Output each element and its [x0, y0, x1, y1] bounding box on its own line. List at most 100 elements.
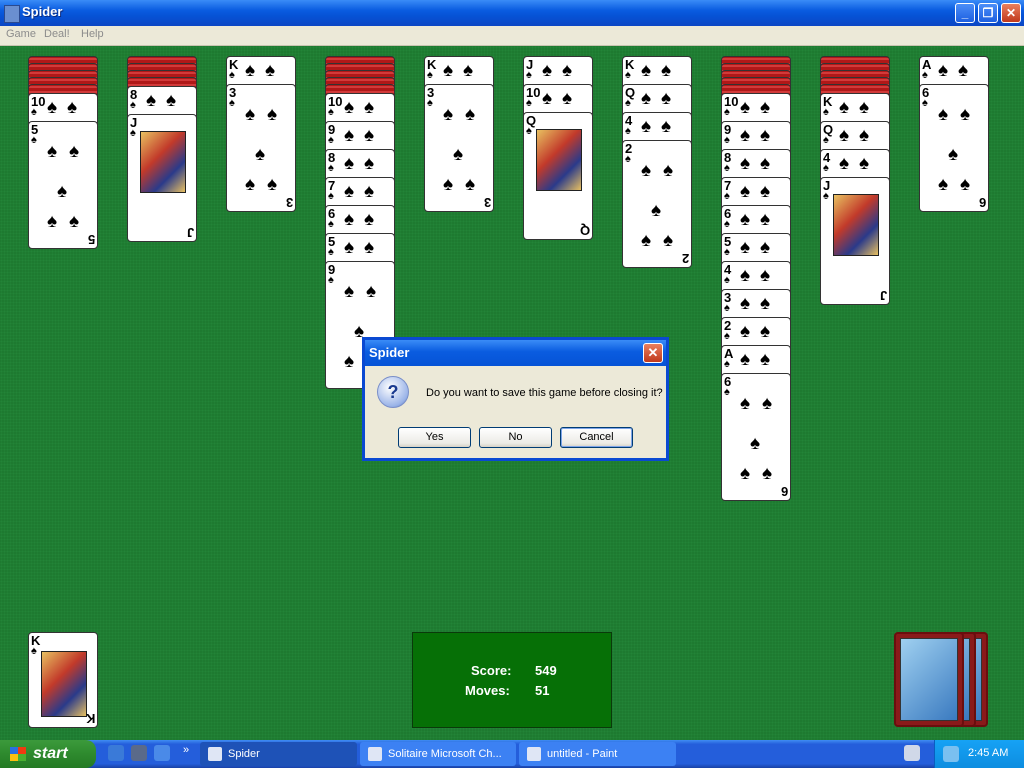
spade-pip-icon: ♠: [948, 144, 959, 165]
internet-explorer-icon[interactable]: [108, 745, 124, 761]
task-spider[interactable]: Spider: [200, 742, 357, 766]
playing-card[interactable]: 2 ♠ ♠ ♠ ♠ ♠ ♠ 2: [622, 140, 692, 268]
close-button[interactable]: ✕: [1001, 3, 1021, 23]
spade-pip-icon: ♠: [344, 181, 355, 202]
spade-icon: ♠: [724, 134, 730, 146]
spade-pip-icon: ♠: [47, 141, 58, 162]
spade-pip-icon: ♠: [364, 153, 375, 174]
spade-icon: ♠: [823, 190, 829, 202]
spade-icon: ♠: [823, 162, 829, 174]
start-button[interactable]: start: [0, 740, 96, 768]
spade-icon: ♠: [130, 127, 136, 139]
spade-pip-icon: ♠: [760, 349, 771, 370]
spade-pip-icon: ♠: [760, 181, 771, 202]
spade-icon: ♠: [724, 358, 730, 370]
spade-icon: ♠: [823, 106, 829, 118]
stock-card[interactable]: [894, 632, 964, 727]
spade-pip-icon: ♠: [839, 97, 850, 118]
spade-pip-icon: ♠: [344, 97, 355, 118]
spade-pip-icon: ♠: [255, 144, 266, 165]
yes-button[interactable]: Yes: [398, 427, 471, 448]
spade-icon: ♠: [922, 97, 928, 109]
spade-icon: ♠: [724, 274, 730, 286]
taskbar: start » Spider Solitaire Microsoft Ch...…: [0, 740, 1024, 768]
playing-card[interactable]: 6 ♠ ♠ ♠ ♠ ♠ ♠ 6: [919, 84, 989, 212]
playing-card[interactable]: 3 ♠ ♠ ♠ ♠ ♠ ♠ 3: [424, 84, 494, 212]
spade-icon: ♠: [625, 153, 631, 165]
spade-pip-icon: ♠: [661, 60, 672, 81]
spade-pip-icon: ♠: [760, 293, 771, 314]
spade-pip-icon: ♠: [641, 116, 652, 137]
playing-card[interactable]: J ♠ J: [127, 114, 197, 242]
spade-pip-icon: ♠: [267, 104, 278, 125]
spade-pip-icon: ♠: [47, 211, 58, 232]
spade-pip-icon: ♠: [960, 104, 971, 125]
dialog-message: Do you want to save this game before clo…: [426, 387, 663, 399]
spade-pip-icon: ♠: [265, 60, 276, 81]
spade-icon: ♠: [328, 274, 334, 286]
messenger-icon[interactable]: [131, 745, 147, 761]
maximize-button[interactable]: ❐: [978, 3, 998, 23]
spade-pip-icon: ♠: [740, 237, 751, 258]
spade-icon: ♠: [724, 330, 730, 342]
playing-card[interactable]: 3 ♠ ♠ ♠ ♠ ♠ ♠ 3: [226, 84, 296, 212]
spade-pip-icon: ♠: [938, 60, 949, 81]
spider-back-image: [900, 638, 958, 721]
spade-pip-icon: ♠: [443, 60, 454, 81]
spade-icon: ♠: [229, 97, 235, 109]
spade-pip-icon: ♠: [69, 211, 80, 232]
spade-pip-icon: ♠: [344, 125, 355, 146]
spade-pip-icon: ♠: [344, 351, 355, 372]
menu-help[interactable]: Help: [81, 28, 104, 40]
dialog-close-button[interactable]: ✕: [643, 343, 663, 363]
card-rank-bottom: 6: [780, 484, 788, 499]
task-label: Spider: [228, 748, 260, 760]
spade-icon: ♠: [526, 69, 532, 81]
spade-pip-icon: ♠: [760, 321, 771, 342]
spade-pip-icon: ♠: [859, 97, 870, 118]
playing-card[interactable]: Q ♠ Q: [523, 112, 593, 240]
spade-pip-icon: ♠: [740, 153, 751, 174]
spade-pip-icon: ♠: [57, 181, 68, 202]
no-button[interactable]: No: [479, 427, 552, 448]
spade-pip-icon: ♠: [760, 125, 771, 146]
spade-pip-icon: ♠: [465, 174, 476, 195]
menu-deal[interactable]: Deal!: [44, 28, 70, 40]
spade-pip-icon: ♠: [364, 209, 375, 230]
spade-icon: ♠: [31, 106, 37, 118]
spade-pip-icon: ♠: [245, 104, 256, 125]
network-icon[interactable]: [943, 746, 959, 762]
score-box: Score: 549 Moves: 51: [412, 632, 612, 728]
spade-icon: ♠: [526, 125, 532, 137]
spade-pip-icon: ♠: [859, 125, 870, 146]
playing-card[interactable]: 6 ♠ ♠ ♠ ♠ ♠ ♠ 6: [721, 373, 791, 501]
task-solitaire-chrome[interactable]: Solitaire Microsoft Ch...: [360, 742, 516, 766]
keyboard-icon[interactable]: [904, 745, 920, 761]
spade-icon: ♠: [328, 162, 334, 174]
spade-pip-icon: ♠: [443, 104, 454, 125]
spade-pip-icon: ♠: [938, 104, 949, 125]
spade-pip-icon: ♠: [760, 209, 771, 230]
spade-pip-icon: ♠: [562, 88, 573, 109]
spade-pip-icon: ♠: [938, 174, 949, 195]
playing-card[interactable]: J ♠ J: [820, 177, 890, 305]
menu-game[interactable]: Game: [6, 28, 36, 40]
spade-pip-icon: ♠: [661, 116, 672, 137]
card-rank-bottom: J: [879, 288, 887, 303]
spade-pip-icon: ♠: [740, 125, 751, 146]
spade-pip-icon: ♠: [859, 153, 870, 174]
quick-launch-chevron[interactable]: »: [178, 742, 194, 758]
media-player-icon[interactable]: [154, 745, 170, 761]
spade-pip-icon: ♠: [762, 393, 773, 414]
spade-icon: ♠: [724, 246, 730, 258]
spade-pip-icon: ♠: [542, 60, 553, 81]
spade-icon: ♠: [724, 302, 730, 314]
spade-pip-icon: ♠: [762, 463, 773, 484]
cancel-button[interactable]: Cancel: [560, 427, 633, 448]
spade-icon: ♠: [724, 162, 730, 174]
playing-card[interactable]: 5 ♠ ♠ ♠ ♠ ♠ ♠ 5: [28, 121, 98, 249]
spade-pip-icon: ♠: [960, 174, 971, 195]
minimize-button[interactable]: _: [955, 3, 975, 23]
spade-pip-icon: ♠: [364, 181, 375, 202]
task-paint[interactable]: untitled - Paint: [519, 742, 676, 766]
